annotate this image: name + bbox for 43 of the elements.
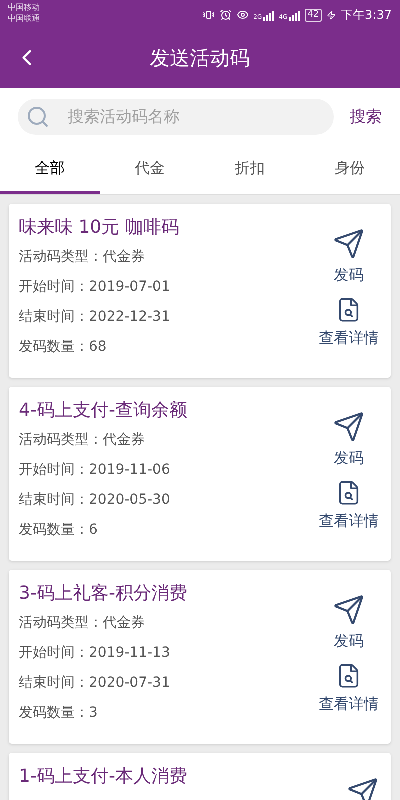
info-row-text: 开始时间：2019-11-13 — [19, 644, 172, 663]
filter-tab[interactable]: 代金 — [100, 145, 200, 194]
search-button[interactable]: 搜索 — [350, 104, 382, 128]
info-row-text: 发码数量：68 — [19, 338, 108, 357]
card-title: 3-码上礼客-积分消费 — [19, 582, 188, 606]
info-row-text: 开始时间：2019-07-01 — [19, 278, 172, 297]
info-row-text: 发码数量：3 — [19, 704, 99, 723]
vibrate-icon — [202, 9, 215, 21]
info-row-text: 活动码类型：代金券 — [19, 248, 146, 267]
page-title: 发送活动码 — [150, 45, 250, 72]
search-field[interactable]: 搜索活动码名称 — [18, 98, 334, 134]
card-title: 1-码上支付-本人消费 — [19, 765, 188, 789]
filter-tab[interactable]: 身份 — [300, 145, 400, 194]
paper-plane-icon — [333, 411, 365, 443]
send-code-button[interactable]: 发码 — [333, 411, 365, 470]
card-title: 味来味 10元 咖啡码 — [19, 216, 180, 240]
eye-icon — [236, 9, 249, 21]
view-details-button[interactable]: 查看详情 — [319, 296, 379, 349]
carrier-name: 中国联通 — [8, 13, 40, 24]
clock-time: 下午3:37 — [341, 7, 392, 24]
card-title: 4-码上支付-查询余额 — [19, 399, 188, 423]
view-details-button[interactable]: 查看详情 — [319, 480, 379, 532]
view-details-button[interactable]: 查看详情 — [319, 662, 379, 715]
alarm-icon — [220, 9, 232, 21]
filter-tab[interactable]: 全部 — [0, 145, 100, 194]
carrier-name: 中国移动 — [8, 2, 40, 13]
paper-plane-icon — [333, 594, 365, 626]
send-code-button[interactable]: 发码 — [333, 228, 365, 286]
paper-plane-icon — [333, 228, 365, 260]
battery-icon: 42 — [304, 8, 322, 22]
info-row-text: 开始时间：2019-11-06 — [19, 461, 172, 480]
paper-plane-icon — [347, 777, 379, 800]
info-row-text: 结束时间：2022-12-31 — [19, 308, 172, 327]
info-row-text: 活动码类型：代金券 — [19, 614, 146, 633]
filter-tab[interactable]: 折扣 — [200, 145, 300, 194]
search-icon — [26, 104, 50, 128]
info-row-text: 结束时间：2020-05-30 — [19, 491, 172, 510]
send-code-button[interactable] — [347, 777, 379, 800]
send-code-button[interactable]: 发码 — [333, 594, 365, 652]
info-row-text: 发码数量：6 — [19, 521, 99, 540]
charging-icon — [327, 10, 336, 20]
info-row-text: 活动码类型：代金券 — [19, 431, 146, 450]
info-row-text: 结束时间：2020-07-31 — [19, 674, 172, 693]
